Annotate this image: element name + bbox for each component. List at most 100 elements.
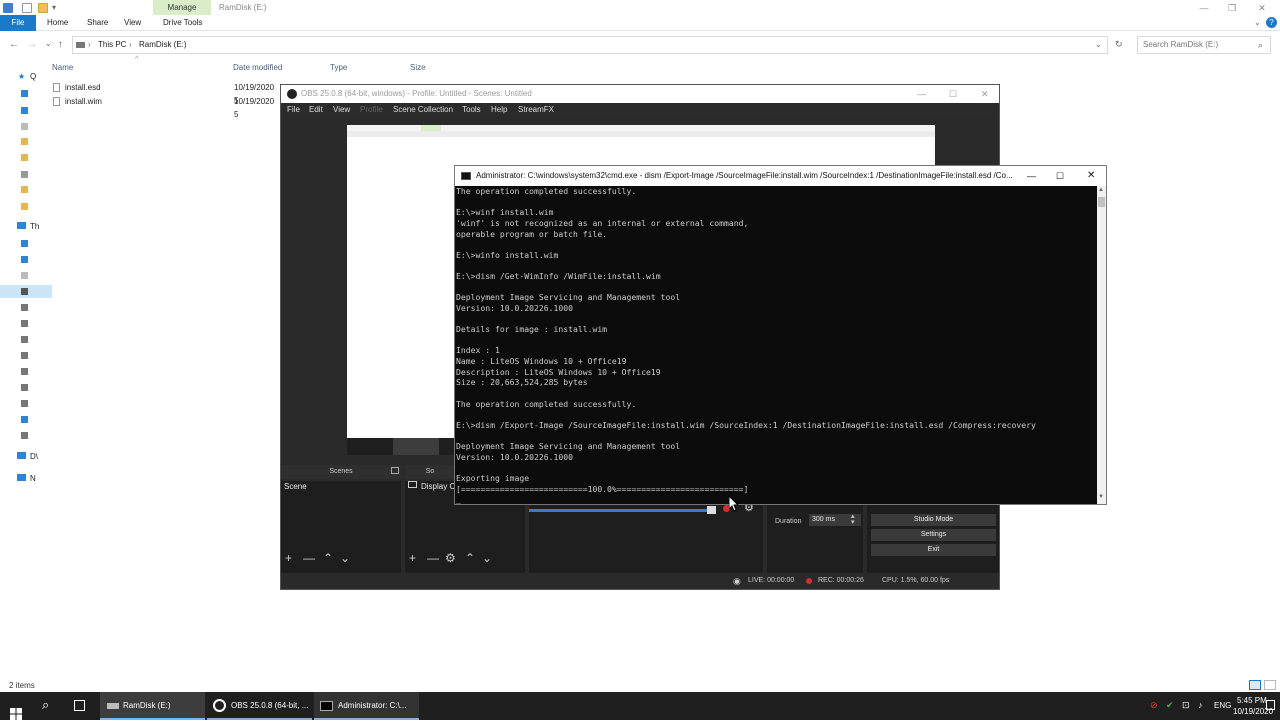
settings-button[interactable]: Settings [871,529,996,541]
remove-scene-icon[interactable]: — [303,551,315,565]
tab-view[interactable]: View [124,15,141,31]
menu-edit[interactable]: Edit [309,105,323,114]
console-output[interactable]: The operation completed successfully. E:… [456,186,1096,504]
tab-drive-tools[interactable]: Drive Tools [163,15,202,31]
nav-folder-icon[interactable] [21,203,28,210]
volume-slider[interactable] [529,509,713,512]
nav-drive-icon[interactable] [21,368,28,375]
details-view-icon[interactable] [1249,680,1261,690]
nav-drive-icon[interactable] [21,304,28,311]
column-date-modified[interactable]: Date modified [233,63,282,72]
studio-mode-button[interactable]: Studio Mode [871,514,996,526]
tab-manage[interactable]: Manage [153,0,211,15]
help-icon[interactable]: ? [1266,17,1277,28]
close-icon[interactable]: ✕ [1087,166,1095,186]
nav-this-pc-label[interactable]: Th [30,222,39,231]
minimize-icon[interactable]: — [1190,1,1218,15]
quick-access-new-folder-icon[interactable] [38,3,48,13]
nav-drive-icon[interactable] [21,400,28,407]
nav-dvd-label[interactable]: D\ [30,452,38,461]
scroll-down-icon[interactable]: ▼ [1098,494,1104,500]
menu-file[interactable]: File [287,105,300,114]
menu-view[interactable]: View [333,105,350,114]
minimize-icon[interactable]: — [917,85,926,103]
nav-folder-icon[interactable] [21,90,28,97]
scroll-thumb[interactable] [1098,197,1105,207]
duration-stepper-icon[interactable]: ▴ ▾ [851,513,855,526]
menu-streamfx[interactable]: StreamFX [518,105,554,114]
taskbar-app-cmd[interactable]: Administrator: C:\... [314,692,419,720]
minimize-icon[interactable]: — [1027,166,1036,186]
address-dropdown-icon[interactable]: ⌄ [1095,37,1102,53]
nav-folder-icon[interactable] [21,256,28,263]
quick-access-properties-icon[interactable] [22,3,32,13]
column-type[interactable]: Type [330,63,347,72]
notifications-icon[interactable] [1266,700,1275,710]
menu-tools[interactable]: Tools [462,105,481,114]
move-down-icon[interactable]: ⌄ [340,551,350,565]
scenes-list[interactable]: Scene + — ⌃ ⌄ [281,481,401,573]
nav-quick-access-label[interactable]: Q [30,72,36,81]
source-properties-gear-icon[interactable]: ⚙ [445,551,456,565]
scroll-up-icon[interactable]: ▲ [1098,187,1104,193]
nav-drive-icon[interactable] [21,432,28,439]
menu-help[interactable]: Help [491,105,507,114]
tray-app-icon[interactable]: ⊘ [1150,700,1158,711]
nav-drive-icon[interactable] [21,416,28,423]
nav-network-label[interactable]: N [30,474,36,483]
address-bar[interactable]: › This PC › RamDisk (E:) ⌄ [72,36,1108,54]
nav-drive-icon[interactable] [21,320,28,327]
tray-network-icon[interactable]: ⊡ [1182,700,1190,711]
close-icon[interactable]: ✕ [1248,1,1276,15]
quick-access-customize-icon[interactable]: ▾ [52,3,56,12]
taskbar-app-obs[interactable]: OBS 25.0.8 (64-bit, ... [207,692,312,720]
scene-item[interactable]: Scene [284,482,307,491]
maximize-icon[interactable]: ❐ [1218,1,1246,15]
console-scrollbar[interactable]: ▲ ▼ [1097,186,1106,504]
task-view-icon[interactable] [74,700,85,711]
recent-chevron-icon[interactable]: ⌄ [45,39,52,48]
maximize-icon[interactable]: ☐ [1056,166,1064,186]
move-up-icon[interactable]: ⌃ [465,551,475,565]
file-row-install-esd[interactable]: install.esd 10/19/2020 5 [53,81,274,105]
maximize-icon[interactable]: ☐ [949,85,957,103]
start-windows-icon[interactable] [10,700,22,728]
nav-folder-icon[interactable] [21,186,28,193]
expand-ribbon-icon[interactable]: ⌄ [1254,18,1261,27]
taskbar-app-explorer[interactable]: RamDisk (E:) [100,692,205,720]
nav-drive-icon[interactable] [21,384,28,391]
column-name[interactable]: Name [52,63,73,72]
move-down-icon[interactable]: ⌄ [482,551,492,565]
nav-drive-icon[interactable] [21,336,28,343]
nav-drive-icon[interactable] [21,288,28,295]
undock-icon[interactable] [391,467,399,474]
move-up-icon[interactable]: ⌃ [323,551,333,565]
breadcrumb-ramdisk[interactable]: RamDisk (E:) [139,37,187,53]
nav-drive-icon[interactable] [21,352,28,359]
file-row-install-wim[interactable]: install.wim 10/19/2020 5 [53,95,274,119]
breadcrumb-this-pc[interactable]: This PC [98,37,126,53]
search-icon[interactable]: ⌕ [42,697,49,713]
tab-file[interactable]: File [0,15,36,31]
tab-share[interactable]: Share [87,15,108,31]
add-scene-icon[interactable]: + [285,551,292,565]
nav-folder-icon[interactable] [21,154,28,161]
add-source-icon[interactable]: + [409,551,416,565]
up-icon[interactable]: ↑ [58,39,63,50]
column-size[interactable]: Size [410,63,426,72]
forward-icon[interactable]: → [27,39,37,50]
menu-scene-collection[interactable]: Scene Collection [393,105,453,114]
back-icon[interactable]: ← [9,39,19,50]
nav-folder-icon[interactable] [21,123,28,130]
exit-button[interactable]: Exit [871,544,996,556]
large-icons-view-icon[interactable] [1264,680,1276,690]
menu-profile[interactable]: Profile [360,105,383,114]
refresh-icon[interactable]: ↻ [1115,39,1123,50]
nav-folder-icon[interactable] [21,138,28,145]
nav-folder-icon[interactable] [21,240,28,247]
language-indicator[interactable]: ENG [1214,701,1231,710]
volume-slider-handle[interactable] [707,506,716,514]
search-input[interactable]: Search RamDisk (E:) [1137,36,1271,54]
remove-source-icon[interactable]: — [427,551,439,565]
volume-icon[interactable]: ♪ [1198,700,1203,710]
